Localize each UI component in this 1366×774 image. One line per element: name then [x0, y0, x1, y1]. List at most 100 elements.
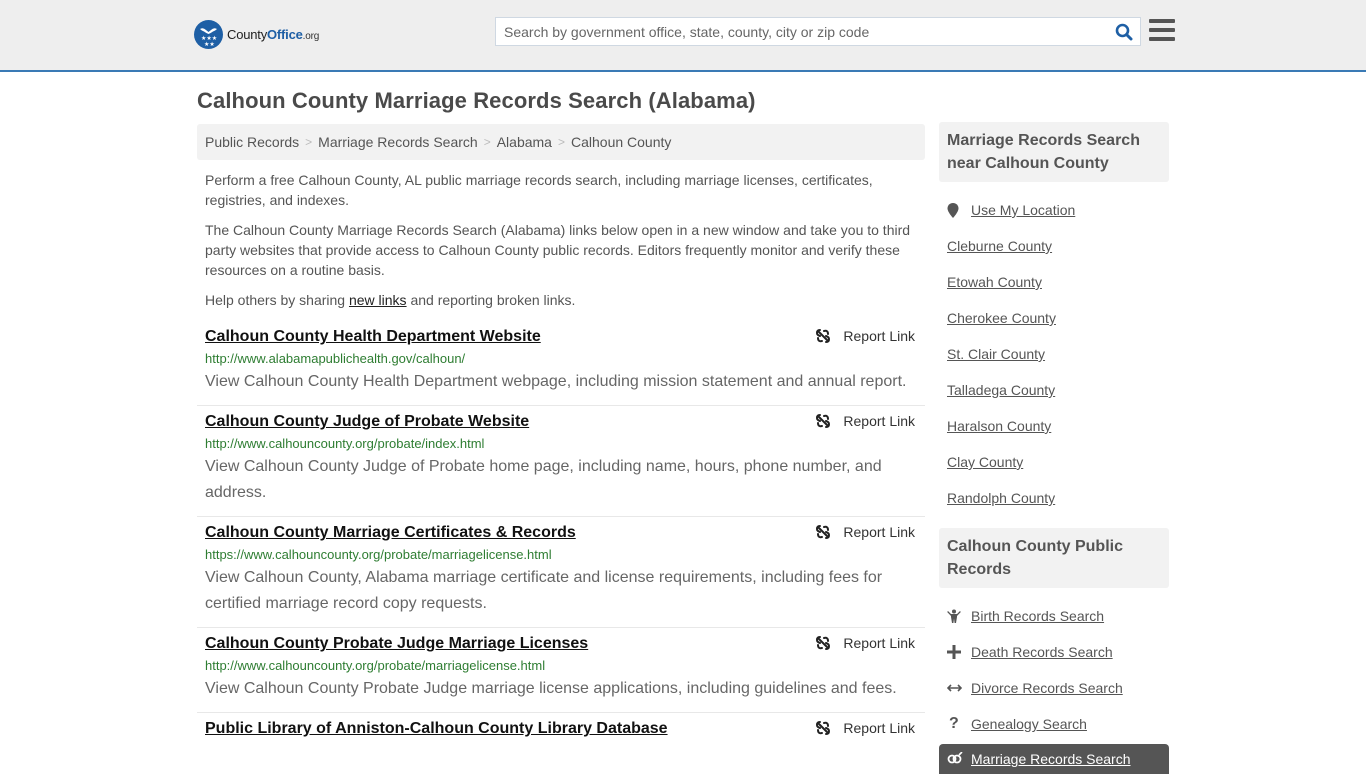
intro-text-before: Help others by sharing	[205, 292, 349, 308]
main-content: Public Records > Marriage Records Search…	[197, 124, 925, 751]
search-icon	[1115, 23, 1133, 40]
result-item: Calhoun County Marriage Certificates & R…	[197, 517, 925, 628]
use-my-location-item: Use My Location	[947, 192, 1161, 228]
public-record-item: Birth Records Search	[947, 598, 1161, 634]
broken-link-icon	[816, 329, 831, 343]
nearby-county-item: St. Clair County	[947, 336, 1161, 372]
nearby-county-item: Talladega County	[947, 372, 1161, 408]
logo-text: CountyOffice.org	[227, 27, 320, 42]
breadcrumb-alabama[interactable]: Alabama	[497, 134, 552, 150]
result-url: http://www.calhouncounty.org/probate/ind…	[205, 436, 485, 451]
report-link-label: Report Link	[843, 524, 915, 540]
svg-text:★★: ★★	[204, 41, 215, 48]
result-url: http://www.calhouncounty.org/probate/mar…	[205, 658, 546, 673]
county-link-cherokee[interactable]: Cherokee County	[947, 310, 1056, 326]
county-link-randolph[interactable]: Randolph County	[947, 490, 1055, 506]
marriage-records-search-link[interactable]: Marriage Records Search	[971, 751, 1131, 767]
plus-icon	[947, 645, 971, 659]
marriage-records-search-active-item[interactable]: Marriage Records Search	[939, 744, 1169, 774]
child-icon	[947, 609, 971, 623]
arrows-horizontal-icon	[947, 683, 971, 693]
report-link-label: Report Link	[843, 328, 915, 344]
breadcrumb-separator: >	[305, 135, 313, 149]
use-my-location-link[interactable]: Use My Location	[971, 202, 1075, 218]
report-link-label: Report Link	[843, 720, 915, 736]
breadcrumb: Public Records > Marriage Records Search…	[197, 124, 925, 160]
nearby-county-item: Etowah County	[947, 264, 1161, 300]
death-records-search-link[interactable]: Death Records Search	[971, 644, 1113, 660]
birth-records-search-link[interactable]: Birth Records Search	[971, 608, 1104, 624]
hamburger-menu-icon	[1149, 19, 1175, 23]
public-record-item: Death Records Search	[947, 634, 1161, 670]
top-header: ★★★ ★★ CountyOffice.org	[0, 0, 1366, 72]
sidebar: Marriage Records Search near Calhoun Cou…	[939, 122, 1169, 774]
nearby-county-item: Haralson County	[947, 408, 1161, 444]
result-description: View Calhoun County Probate Judge marria…	[205, 680, 897, 697]
result-title-link[interactable]: Public Library of Anniston-Calhoun Count…	[205, 717, 668, 741]
broken-link-icon	[816, 525, 831, 539]
nearby-county-item: Cherokee County	[947, 300, 1161, 336]
county-link-clay[interactable]: Clay County	[947, 454, 1023, 470]
report-link-button[interactable]: Report Link	[815, 635, 915, 651]
results-list: Calhoun County Health Department Website…	[197, 321, 925, 751]
breadcrumb-separator: >	[557, 135, 565, 149]
nearby-list: Use My Location Cleburne County Etowah C…	[939, 182, 1169, 524]
county-link-haralson[interactable]: Haralson County	[947, 418, 1051, 434]
breadcrumb-separator: >	[483, 135, 491, 149]
result-description: View Calhoun County, Alabama marriage ce…	[205, 569, 883, 612]
search-input[interactable]	[496, 18, 1108, 45]
question-icon: ?	[949, 715, 959, 732]
result-url: https://www.calhouncounty.org/probate/ma…	[205, 547, 552, 562]
public-records-list: Birth Records Search Death Records Searc…	[939, 588, 1169, 742]
county-link-etowah[interactable]: Etowah County	[947, 274, 1042, 290]
report-link-button[interactable]: Report Link	[815, 720, 915, 736]
eagle-stars-icon: ★★★ ★★	[194, 20, 223, 49]
public-record-item: ? Genealogy Search	[947, 706, 1161, 742]
result-url: http://www.alabamapublichealth.gov/calho…	[205, 351, 466, 366]
hamburger-line	[1149, 28, 1175, 32]
nearby-heading: Marriage Records Search near Calhoun Cou…	[939, 122, 1169, 182]
county-link-st-clair[interactable]: St. Clair County	[947, 346, 1045, 362]
county-link-talladega[interactable]: Talladega County	[947, 382, 1055, 398]
result-description: View Calhoun County Judge of Probate hom…	[205, 458, 882, 501]
map-marker-icon	[947, 202, 971, 218]
county-link-cleburne[interactable]: Cleburne County	[947, 238, 1052, 254]
result-title-link[interactable]: Calhoun County Marriage Certificates & R…	[205, 521, 576, 545]
public-records-heading: Calhoun County Public Records	[939, 528, 1169, 588]
breadcrumb-marriage-records-search[interactable]: Marriage Records Search	[318, 134, 478, 150]
breadcrumb-calhoun-county[interactable]: Calhoun County	[571, 134, 671, 150]
search-button[interactable]	[1108, 18, 1140, 45]
marriage-icon	[947, 751, 971, 767]
nearby-county-item: Clay County	[947, 444, 1161, 480]
report-link-label: Report Link	[843, 413, 915, 429]
svg-text:★★★: ★★★	[201, 35, 217, 42]
hamburger-menu-button[interactable]	[1149, 19, 1175, 43]
new-links-link[interactable]: new links	[349, 292, 407, 308]
result-title-link[interactable]: Calhoun County Health Department Website	[205, 325, 541, 349]
result-title-link[interactable]: Calhoun County Probate Judge Marriage Li…	[205, 632, 588, 656]
broken-link-icon	[816, 636, 831, 650]
report-link-button[interactable]: Report Link	[815, 328, 915, 344]
result-item: Calhoun County Health Department Website…	[197, 321, 925, 406]
intro-paragraph-2: The Calhoun County Marriage Records Sear…	[205, 222, 911, 278]
broken-link-icon	[816, 721, 831, 735]
result-title-link[interactable]: Calhoun County Judge of Probate Website	[205, 410, 529, 434]
search-bar	[495, 17, 1141, 46]
result-description: View Calhoun County Health Department we…	[205, 373, 907, 390]
result-item: Public Library of Anniston-Calhoun Count…	[197, 713, 925, 751]
breadcrumb-public-records[interactable]: Public Records	[205, 134, 299, 150]
nearby-county-item: Randolph County	[947, 480, 1161, 516]
divorce-records-search-link[interactable]: Divorce Records Search	[971, 680, 1123, 696]
intro-text: Perform a free Calhoun County, AL public…	[197, 170, 925, 310]
intro-paragraph-3: Help others by sharing new links and rep…	[205, 290, 917, 310]
intro-text-after: and reporting broken links.	[406, 292, 576, 308]
site-logo[interactable]: ★★★ ★★ CountyOffice.org	[194, 20, 319, 49]
report-link-button[interactable]: Report Link	[815, 413, 915, 429]
intro-paragraph-1: Perform a free Calhoun County, AL public…	[205, 172, 873, 208]
report-link-button[interactable]: Report Link	[815, 524, 915, 540]
nearby-county-item: Cleburne County	[947, 228, 1161, 264]
page-title: Calhoun County Marriage Records Search (…	[197, 88, 756, 113]
result-item: Calhoun County Probate Judge Marriage Li…	[197, 628, 925, 713]
broken-link-icon	[816, 414, 831, 428]
genealogy-search-link[interactable]: Genealogy Search	[971, 716, 1087, 732]
